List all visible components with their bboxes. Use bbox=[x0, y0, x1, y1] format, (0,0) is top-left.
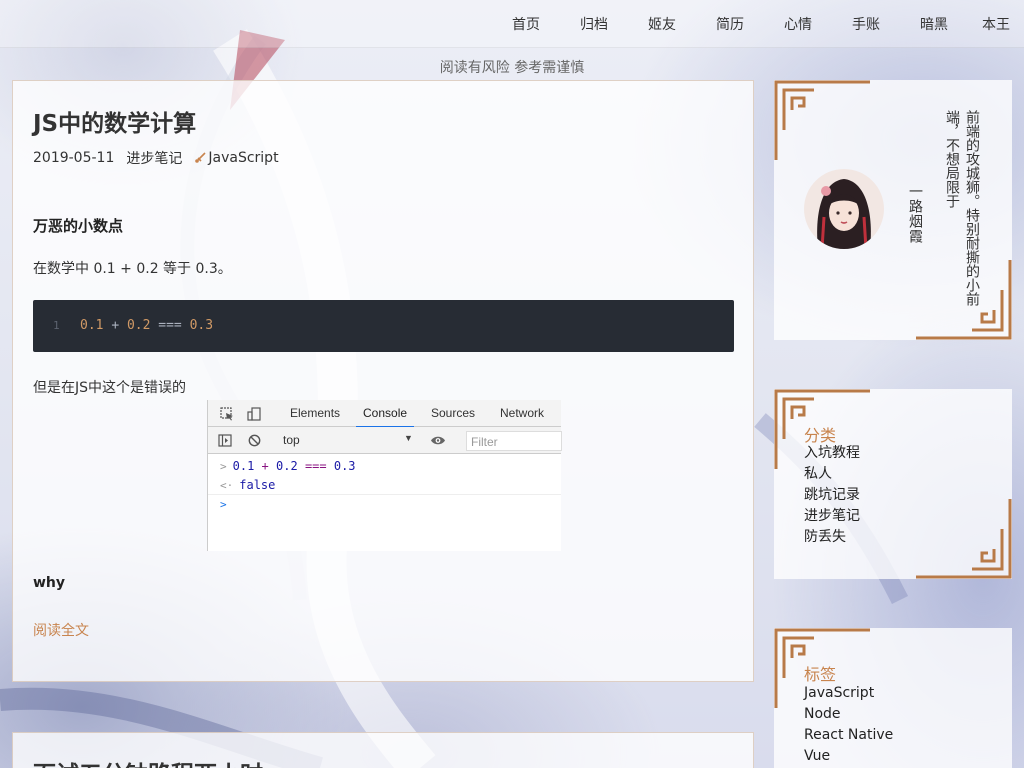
console-result-value: false bbox=[239, 478, 276, 492]
code-operator: + bbox=[111, 318, 120, 333]
author-name: 一路烟霞 bbox=[907, 184, 923, 244]
console-number: 0.2 bbox=[276, 459, 298, 473]
why-heading: why bbox=[33, 575, 66, 591]
code-number: 0.1 bbox=[80, 318, 104, 333]
devtools-tab-console: Console bbox=[355, 406, 415, 428]
console-input-line: >0.1 + 0.2 === 0.3 bbox=[220, 459, 356, 473]
paragraph: 在数学中 0.1 + 0.2 等于 0.3。 bbox=[33, 261, 232, 277]
category-list: 入坑教程 私人 跳坑记录 进步笔记 防丢失 bbox=[804, 443, 860, 548]
tag-item[interactable]: Node bbox=[804, 704, 893, 725]
code-operator: === bbox=[158, 318, 182, 333]
corner-ornament-bottom-right bbox=[916, 499, 1012, 579]
console-filter-input: Filter bbox=[466, 431, 562, 451]
console-number: 0.3 bbox=[333, 459, 356, 473]
article-card-next: 面试五分钟路程两小时 bbox=[12, 732, 754, 768]
nav-item-dark[interactable]: 暗黑 bbox=[900, 14, 968, 34]
devtools-tab-elements: Elements bbox=[290, 406, 341, 420]
section-heading: 万恶的小数点 bbox=[33, 217, 124, 235]
console-result-line: <· false bbox=[220, 478, 275, 492]
nav-item-mood[interactable]: 心情 bbox=[764, 14, 832, 34]
code-line-number: 1 bbox=[53, 319, 60, 332]
tags-panel: 标签 JavaScript Node React Native Vue bbox=[774, 628, 1012, 768]
article-date: 2019-05-11 bbox=[33, 150, 115, 166]
inspect-element-icon bbox=[220, 407, 233, 421]
tag-icon bbox=[195, 152, 206, 163]
article-title[interactable]: JS中的数学计算 bbox=[33, 104, 196, 138]
context-selector: top bbox=[283, 433, 300, 447]
article-meta: 2019-05-11 进步笔记 JavaScript bbox=[33, 148, 291, 168]
site-tagline: 阅读有风险 参考需谨慎 bbox=[439, 60, 585, 76]
avatar[interactable] bbox=[804, 169, 884, 249]
nav-item-home[interactable]: 首页 bbox=[492, 14, 560, 34]
category-item[interactable]: 私人 bbox=[804, 464, 860, 485]
devtools-console-toolbar: top ▼ Filter bbox=[208, 427, 562, 454]
category-item[interactable]: 进步笔记 bbox=[804, 506, 860, 527]
nav-item-resume[interactable]: 简历 bbox=[696, 14, 764, 34]
console-divider bbox=[208, 494, 561, 495]
category-item[interactable]: 跳坑记录 bbox=[804, 485, 860, 506]
avatar-portrait-image bbox=[804, 169, 884, 249]
devtools-tab-network: Network bbox=[500, 406, 545, 420]
tags-title: 标签 bbox=[804, 665, 837, 684]
article-tag-label: JavaScript bbox=[208, 150, 279, 166]
categories-panel: 分类 入坑教程 私人 跳坑记录 进步笔记 防丢失 bbox=[774, 389, 1012, 579]
devtools-screenshot: Elements Console Sources Network top ▼ F bbox=[207, 400, 562, 551]
console-prompt-caret: > bbox=[220, 498, 227, 511]
nav-item-friends[interactable]: 姬友 bbox=[628, 14, 696, 34]
devtools-tab-sources: Sources bbox=[431, 406, 476, 420]
tag-list: JavaScript Node React Native Vue bbox=[804, 683, 893, 767]
code-number: 0.2 bbox=[126, 318, 151, 333]
article-tag[interactable]: JavaScript bbox=[194, 150, 290, 166]
tag-item[interactable]: Vue bbox=[804, 746, 893, 767]
console-number: 0.1 bbox=[232, 459, 255, 473]
device-toolbar-icon bbox=[247, 407, 261, 421]
code-line: 0.1 + 0.2 === 0.3 bbox=[80, 318, 213, 333]
console-operator: === bbox=[304, 459, 327, 473]
article-card: JS中的数学计算 2019-05-11 进步笔记 JavaScript 万恶的小… bbox=[12, 80, 754, 682]
paragraph: 但是在JS中这个是错误的 bbox=[33, 380, 187, 396]
top-nav: 首页 归档 姬友 简历 心情 手账 暗黑 本王 bbox=[0, 0, 1024, 48]
nav-menu: 首页 归档 姬友 简历 心情 手账 暗黑 本王 bbox=[492, 14, 1024, 34]
nav-item-about[interactable]: 本王 bbox=[968, 14, 1024, 34]
profile-panel: 一路烟霞 前端的攻城狮。特别耐撕的小前端，不想局限于 bbox=[774, 80, 1012, 340]
read-more-link[interactable]: 阅读全文 bbox=[33, 620, 89, 640]
author-motto: 前端的攻城狮。特别耐撕的小前端，不想局限于 bbox=[944, 110, 980, 306]
sidebar-toggle-icon bbox=[218, 434, 232, 447]
category-item[interactable]: 入坑教程 bbox=[804, 443, 860, 464]
console-operator: + bbox=[261, 459, 269, 473]
article-category[interactable]: 进步笔记 bbox=[126, 148, 182, 168]
code-number: 0.3 bbox=[189, 318, 214, 333]
eye-icon bbox=[431, 436, 445, 445]
console-result-prompt: <· bbox=[220, 479, 234, 492]
tag-item[interactable]: JavaScript bbox=[804, 683, 893, 704]
corner-ornament-top-left bbox=[774, 80, 870, 160]
chevron-down-icon: ▼ bbox=[404, 433, 413, 443]
console-empty-prompt: > bbox=[220, 497, 233, 511]
code-block: 1 0.1 + 0.2 === 0.3 bbox=[33, 300, 734, 352]
article-title-next[interactable]: 面试五分钟路程两小时 bbox=[33, 755, 263, 768]
tag-item[interactable]: React Native bbox=[804, 725, 893, 746]
nav-item-archive[interactable]: 归档 bbox=[560, 14, 628, 34]
devtools-tabbar: Elements Console Sources Network bbox=[208, 400, 561, 428]
clear-console-icon bbox=[248, 434, 261, 447]
category-item[interactable]: 防丢失 bbox=[804, 527, 860, 548]
nav-item-journal[interactable]: 手账 bbox=[832, 14, 900, 34]
console-input-prompt: > bbox=[220, 460, 227, 473]
